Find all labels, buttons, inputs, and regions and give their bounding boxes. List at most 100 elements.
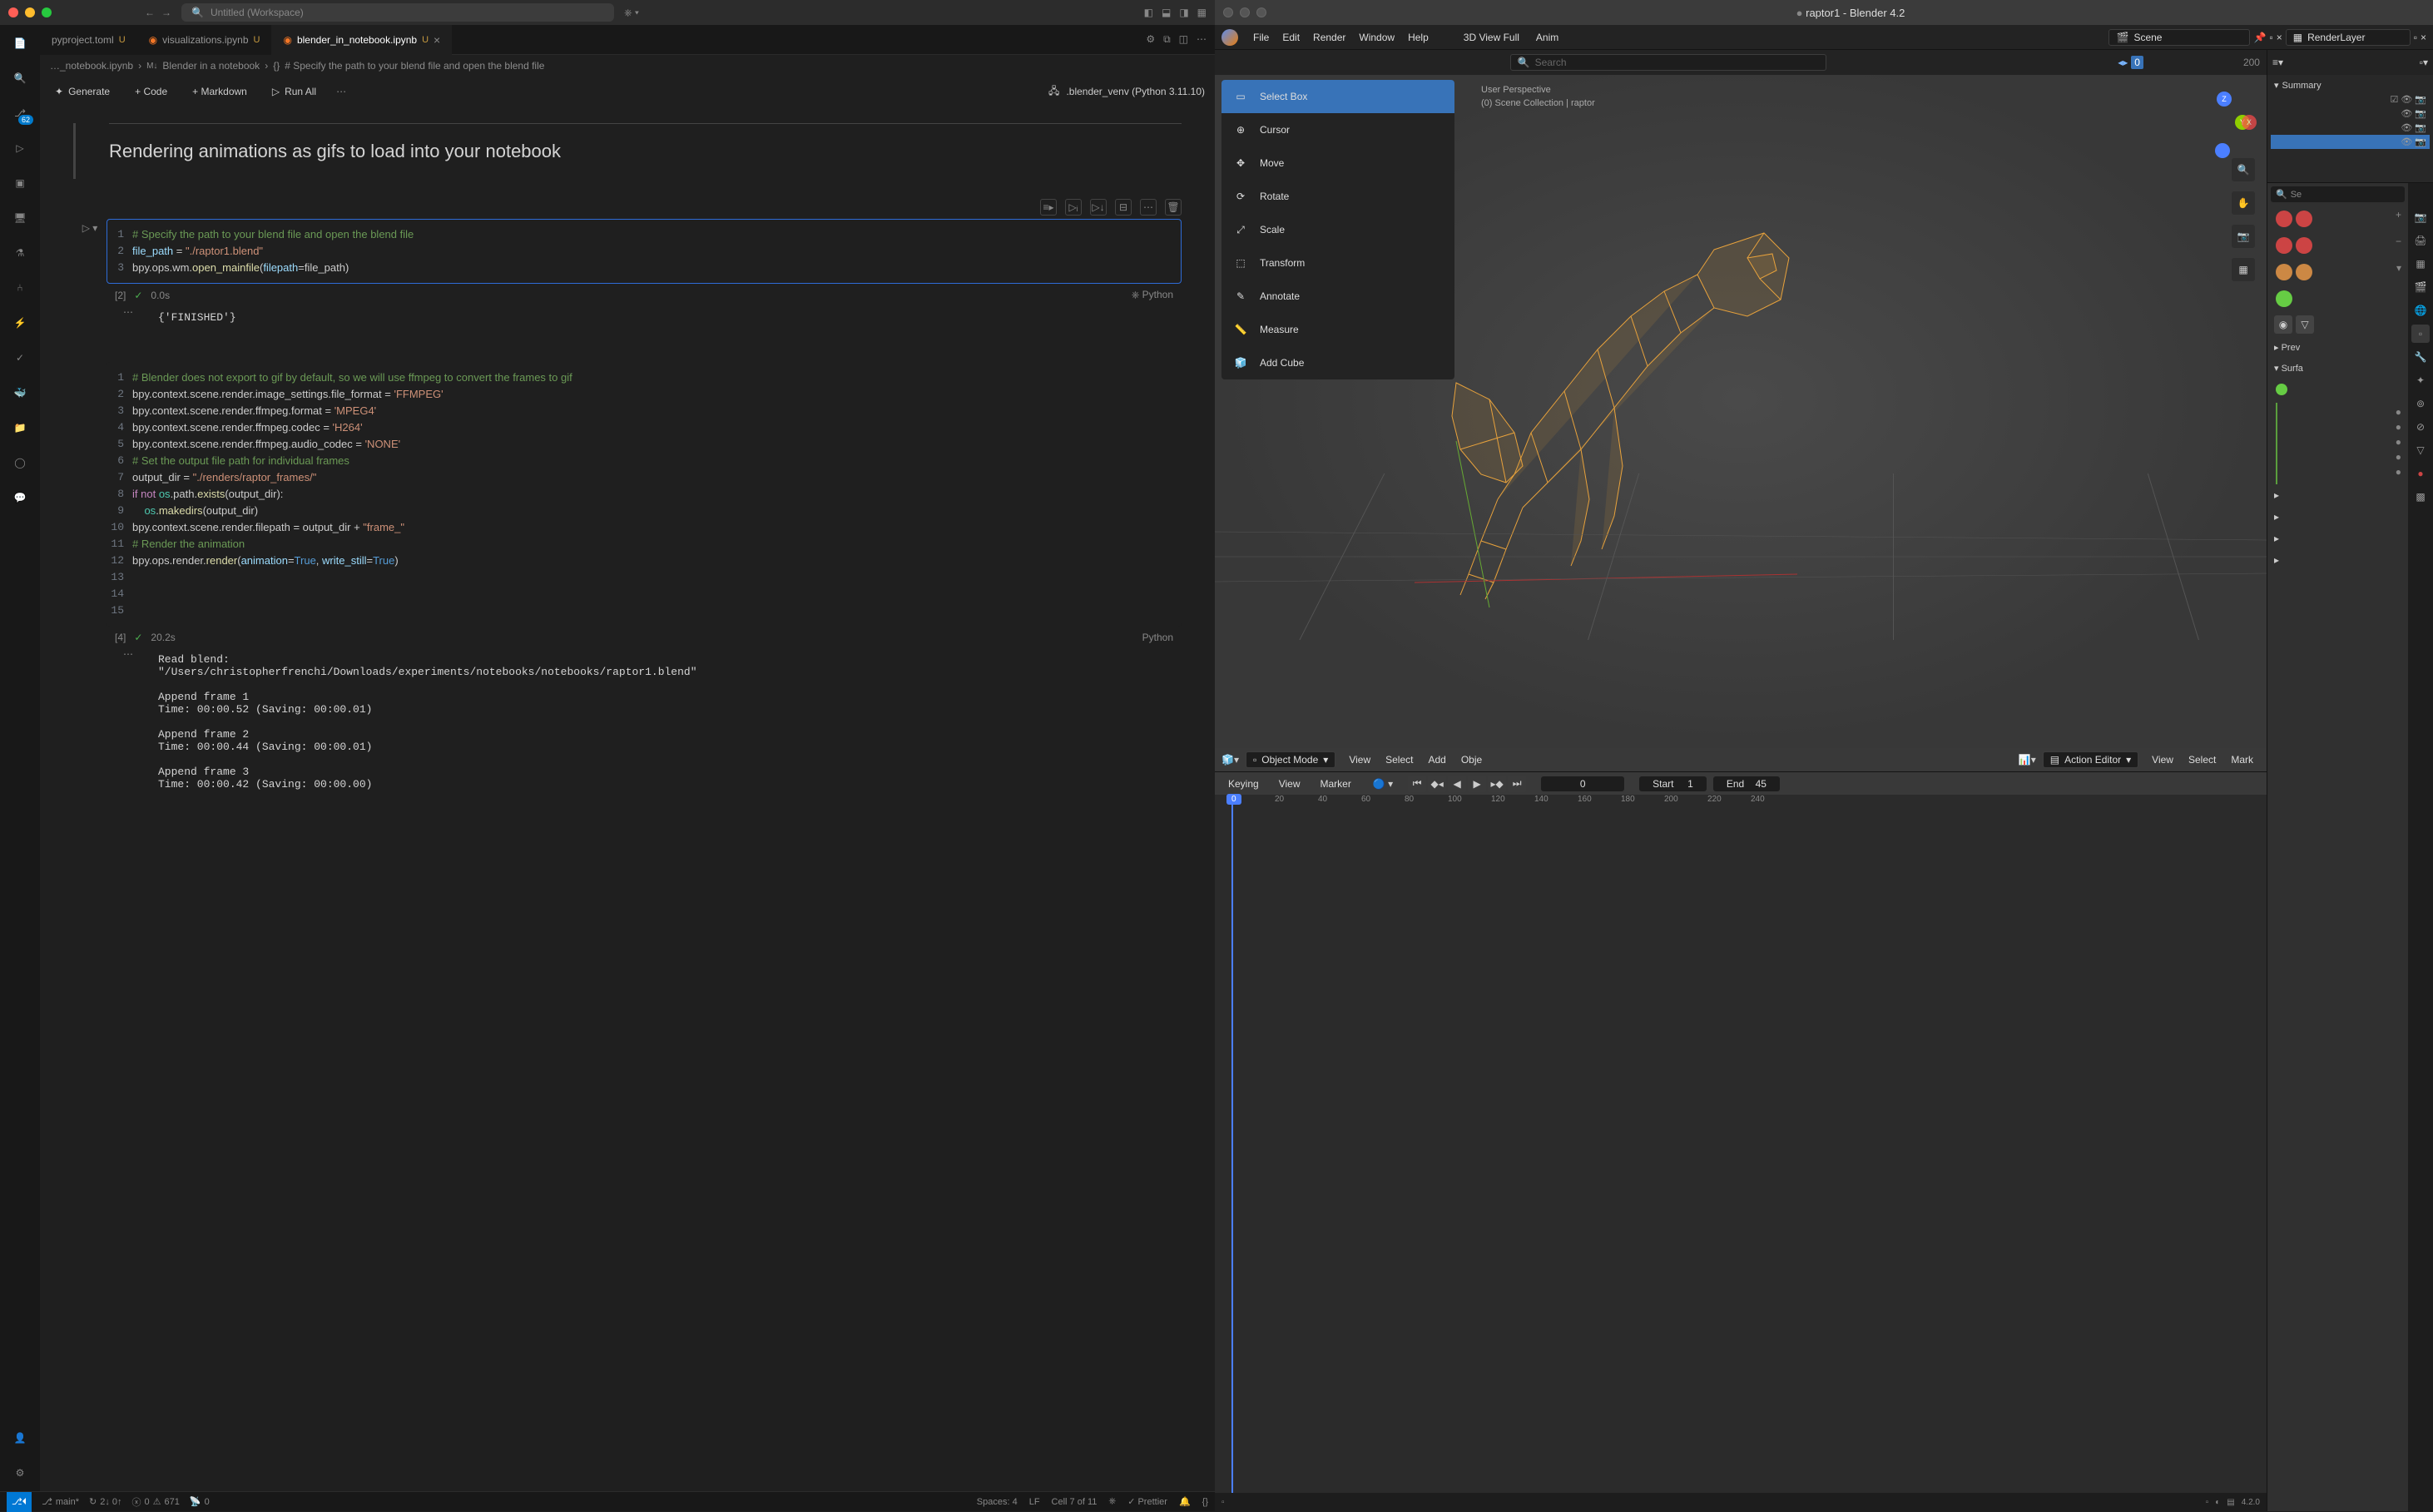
accounts-icon[interactable]: 👤	[10, 1428, 30, 1448]
viewport-menu-add[interactable]: Add	[1421, 751, 1452, 769]
cell-position[interactable]: Cell 7 of 11	[1052, 1497, 1098, 1507]
panel-chevron[interactable]: ▸	[2271, 484, 2405, 506]
surface-panel-header[interactable]: ▾ Surfa	[2271, 358, 2405, 379]
zoom-icon[interactable]: 🔍	[2232, 158, 2255, 181]
split-cell-icon[interactable]: ⊟	[1115, 199, 1132, 216]
nav-back-icon[interactable]: ←	[145, 7, 155, 18]
perspective-icon[interactable]: ▦	[2232, 258, 2255, 281]
panel-chevron[interactable]: ▸	[2271, 549, 2405, 571]
material-slot-active[interactable]	[2276, 290, 2292, 307]
3d-viewport[interactable]: ▭Select Box⊕Cursor✥Move⟳Rotate⤢Scale⬚Tra…	[1215, 50, 2267, 748]
node-editor-icon[interactable]: ▽	[2296, 315, 2314, 334]
code-editor[interactable]: # Blender does not export to gif by defa…	[132, 369, 1181, 619]
run-all-button[interactable]: ▷Run All	[267, 82, 321, 101]
breadcrumb-section[interactable]: Blender in a notebook	[162, 60, 260, 72]
execute-cell-icon[interactable]: ▷ᵢ	[1065, 199, 1082, 216]
minimize-window[interactable]	[25, 7, 35, 17]
node-socket-icon[interactable]: ●	[2396, 436, 2401, 451]
run-by-line-icon[interactable]: ≡▸	[1040, 199, 1057, 216]
statusbar-icon[interactable]: ▫	[1221, 1498, 1225, 1507]
generate-button[interactable]: ✦Generate	[50, 82, 115, 101]
viewport-menu-obje[interactable]: Obje	[1454, 751, 1489, 769]
jump-end-icon[interactable]: ⏭	[1508, 776, 1526, 792]
search-activity-icon[interactable]: 🔍	[10, 68, 30, 88]
constraints-tab-icon[interactable]: ⊘	[2411, 418, 2430, 436]
mesh-tab-icon[interactable]: ▽	[2411, 441, 2430, 459]
material-menu-icon[interactable]: ▾	[2396, 262, 2401, 282]
outliner-row-selected[interactable]: 👁📷	[2271, 135, 2430, 149]
code-editor[interactable]: # Specify the path to your blend file an…	[132, 226, 1181, 276]
tab-blender-notebook[interactable]: ◉ blender_in_notebook.ipynb U ×	[271, 25, 452, 55]
auto-key-icon[interactable]: 🔵 ▾	[1373, 778, 1393, 790]
run-config-icon[interactable]: ⚙	[1146, 33, 1155, 46]
node-socket-icon[interactable]: ●	[2396, 406, 2401, 421]
markdown-cell[interactable]: Rendering animations as gifs to load int…	[73, 123, 1182, 179]
notifications-icon[interactable]: 🔔	[1179, 1496, 1191, 1507]
more-icon[interactable]: ⋯	[336, 86, 346, 97]
node-socket-icon[interactable]: ●	[2396, 451, 2401, 466]
breadcrumb-cell[interactable]: # Specify the path to your blend file an…	[285, 60, 544, 72]
explorer-icon[interactable]: 📄	[10, 33, 30, 53]
keyframe-prev-icon[interactable]: ◆◂	[1428, 776, 1446, 792]
node-socket-icon[interactable]: ●	[2396, 421, 2401, 436]
breadcrumb[interactable]: …_notebook.ipynb › M↓ Blender in a noteb…	[40, 55, 1215, 77]
playhead[interactable]	[1231, 795, 1233, 1493]
output-collapse-icon[interactable]: ⋯	[73, 648, 133, 796]
current-frame-input[interactable]: 0	[1541, 776, 1624, 791]
start-frame-input[interactable]: Start 1	[1639, 776, 1707, 791]
view-layer-tab-icon[interactable]: ▦	[2411, 255, 2430, 273]
new-layer-icon[interactable]: ▫	[2414, 32, 2417, 43]
close-window[interactable]	[8, 7, 18, 17]
surface-color[interactable]	[2276, 384, 2287, 395]
material-preview-icon[interactable]: ◉	[2274, 315, 2292, 334]
delete-layer-icon[interactable]: ×	[2421, 32, 2426, 43]
tool-move[interactable]: ✥Move	[1221, 146, 1454, 180]
more-actions-icon[interactable]: ⋯	[1140, 199, 1157, 216]
axis-neg[interactable]	[2215, 143, 2230, 158]
axis-z[interactable]: Z	[2217, 92, 2232, 107]
cell-language[interactable]: Python	[1142, 632, 1173, 643]
blender-logo-icon[interactable]	[1221, 29, 1238, 46]
scene-selector[interactable]: 🎬Scene	[2108, 29, 2250, 46]
node-socket-icon[interactable]: ●	[2396, 466, 2401, 481]
dope-menu-mark[interactable]: Mark	[2224, 751, 2260, 769]
outliner-search[interactable]: 🔍Search	[1510, 54, 1826, 71]
run-debug-icon[interactable]: ▷	[10, 138, 30, 158]
output-collapse-icon[interactable]: ⋯	[73, 306, 133, 329]
checkbox-icon[interactable]: ☑	[2390, 94, 2398, 105]
minimize-window[interactable]	[1240, 7, 1250, 17]
editor-type-icon[interactable]: 🧊▾	[1221, 754, 1239, 766]
view-layer-selector[interactable]: ▦RenderLayer	[2286, 29, 2411, 46]
eye-icon[interactable]: 👁	[2401, 122, 2412, 133]
modifiers-tab-icon[interactable]: 🔧	[2411, 348, 2430, 366]
folder-icon[interactable]: 📁	[10, 418, 30, 438]
dope-mode-selector[interactable]: ▤Action Editor ▾	[2043, 751, 2138, 768]
marker-menu[interactable]: Marker	[1314, 775, 1358, 793]
axis-x[interactable]: X	[2242, 115, 2257, 130]
docker-icon[interactable]: 🐳	[10, 383, 30, 403]
maximize-window[interactable]	[42, 7, 52, 17]
eye-icon[interactable]: 👁	[2401, 94, 2412, 105]
scene-tab-icon[interactable]: 🎬	[2411, 278, 2430, 296]
settings-gear-icon[interactable]: ⚙	[10, 1463, 30, 1483]
tool-select-box[interactable]: ▭Select Box	[1221, 80, 1454, 113]
display-mode-icon[interactable]: ▫▾	[2420, 57, 2428, 68]
camera-icon[interactable]: 📷	[2415, 94, 2426, 105]
keying-menu[interactable]: Keying	[1221, 775, 1266, 793]
git-sync[interactable]: ↻2↓ 0↑	[89, 1496, 122, 1507]
github-icon[interactable]: ◯	[10, 453, 30, 473]
outliner-row[interactable]: 👁📷	[2271, 121, 2430, 135]
end-frame-input[interactable]: End 45	[1713, 776, 1780, 791]
maximize-window[interactable]	[1256, 7, 1266, 17]
viewport-menu-select[interactable]: Select	[1379, 751, 1420, 769]
ports[interactable]: 📡0	[190, 1496, 210, 1507]
material-slot[interactable]	[2276, 264, 2292, 280]
dope-menu-view[interactable]: View	[2145, 751, 2180, 769]
material-slot[interactable]	[2276, 211, 2292, 227]
remove-material-icon[interactable]: −	[2396, 235, 2401, 255]
material-slot[interactable]	[2296, 237, 2312, 254]
preview-panel-header[interactable]: ▸ Prev	[2271, 337, 2405, 358]
panel-left-icon[interactable]: ◧	[1144, 7, 1153, 18]
outliner-summary[interactable]: ▾ Summary	[2271, 78, 2430, 92]
eol-indicator[interactable]: LF	[1029, 1497, 1040, 1507]
